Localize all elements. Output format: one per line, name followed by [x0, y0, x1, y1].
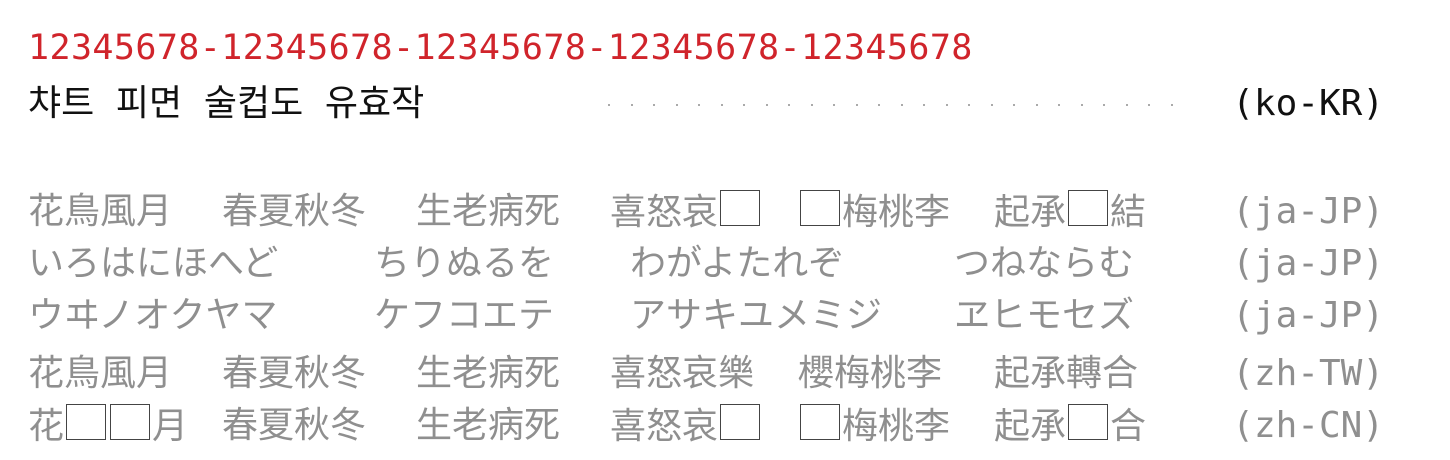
leader-dot [923, 104, 925, 106]
text-row-4: 花鳥風月 春夏秋冬 生老病死 喜怒哀樂 櫻梅桃李 起承轉合 (zh-TW) [28, 352, 1428, 396]
text-segment: 梅桃李 [798, 404, 950, 449]
leader-dot [945, 104, 948, 106]
leader-dots [548, 82, 1173, 126]
text-segment: 生老病死 [416, 191, 561, 232]
text-segment: 起承合 [994, 404, 1147, 447]
text-row-2: いろはにほへど ちりぬるを わがよたれぞ つねならむ (ja-JP) [28, 242, 1428, 286]
text-segment: 喜怒哀 [610, 190, 762, 235]
text-segment: アサキユメミジ [630, 295, 883, 336]
leader-dot [743, 104, 745, 106]
text-segment: 生老病死 [416, 405, 561, 446]
locale-tag: (ja-JP) [1232, 295, 1384, 336]
missing-glyph-box [110, 404, 151, 440]
missing-glyph-box [720, 404, 761, 440]
leader-dot [765, 104, 768, 106]
text-segment: ちりぬるを [374, 243, 555, 284]
locale-tag: (ja-JP) [1232, 191, 1384, 232]
text-row-1: 花鳥風月 春夏秋冬 生老病死 喜怒哀 梅桃李 起承結 (ja-JP) [28, 190, 1428, 234]
text-segment: 春夏秋冬 [222, 353, 367, 394]
locale-tag: (zh-CN) [1232, 405, 1384, 446]
text-segment: 櫻梅桃李 [798, 353, 943, 394]
text-segment: 喜怒哀樂 [610, 353, 755, 394]
leader-dot [1103, 104, 1105, 106]
text-segment: 喜怒哀 [610, 404, 762, 449]
leader-dot [900, 104, 903, 106]
leader-dot [878, 104, 880, 106]
leader-dot [1035, 104, 1038, 106]
leader-dot [1013, 104, 1015, 106]
text-row-3: ウヰノオクヤマ ケフコエテ アサキユメミジ ヱヒモセズ (ja-JP) [28, 294, 1428, 338]
text-segment: 春夏秋冬 [222, 405, 367, 446]
leader-dot [608, 104, 610, 106]
leader-dot [810, 104, 813, 106]
locale-tag: (ja-JP) [1232, 243, 1384, 284]
missing-glyph-box [1068, 404, 1109, 440]
leader-dot [855, 104, 858, 106]
missing-glyph-box [800, 190, 840, 226]
korean-line: 챠트 피면 술컵도 유효작 (ko-KR) [28, 82, 1428, 126]
text-segment: 起承轉合 [994, 353, 1139, 394]
text-segment: 花鳥風月 [28, 191, 173, 232]
text-row-5: 花月春夏秋冬 生老病死 喜怒哀 梅桃李 起承合 (zh-CN) [28, 404, 1428, 448]
text-segment: 花鳥風月 [28, 353, 173, 394]
leader-dot [833, 104, 835, 106]
text-segment: 花月 [28, 404, 189, 447]
leader-dot [968, 104, 970, 106]
leader-dot [698, 104, 700, 106]
leader-dot [990, 104, 993, 106]
text-segment: 梅桃李 [798, 190, 950, 235]
text-segment: いろはにほへど [28, 243, 279, 284]
leader-dot [788, 104, 790, 106]
leader-dot [1148, 104, 1150, 106]
missing-glyph-box [720, 190, 761, 226]
locale-tag: (zh-TW) [1232, 353, 1384, 394]
leader-dot [1125, 104, 1128, 106]
text-segment: つねならむ [954, 243, 1135, 284]
ruler-line: 12345678-12345678-12345678-12345678-1234… [28, 28, 973, 68]
missing-glyph-box [800, 404, 840, 440]
text-segment: 生老病死 [416, 353, 561, 394]
missing-glyph-box [1068, 190, 1109, 226]
text-segment: わがよたれぞ [630, 243, 845, 284]
leader-dot [1170, 104, 1173, 106]
leader-dot [1080, 104, 1083, 106]
leader-dot [720, 104, 723, 106]
text-segment: ウヰノオクヤマ [28, 295, 278, 336]
text-segment: 起承結 [994, 190, 1147, 233]
leader-dot [630, 104, 633, 106]
text-segment: ケフコエテ [374, 295, 555, 336]
leader-dot [675, 104, 678, 106]
text-segment: ヱヒモセズ [954, 295, 1135, 336]
korean-text: 챠트 피면 술컵도 유효작 [28, 83, 425, 124]
missing-glyph-box [66, 404, 107, 440]
leader-dot [1058, 104, 1060, 106]
leader-dot [653, 104, 655, 106]
text-segment: 春夏秋冬 [222, 191, 367, 232]
locale-tag-ko: (ko-KR) [1232, 83, 1384, 124]
